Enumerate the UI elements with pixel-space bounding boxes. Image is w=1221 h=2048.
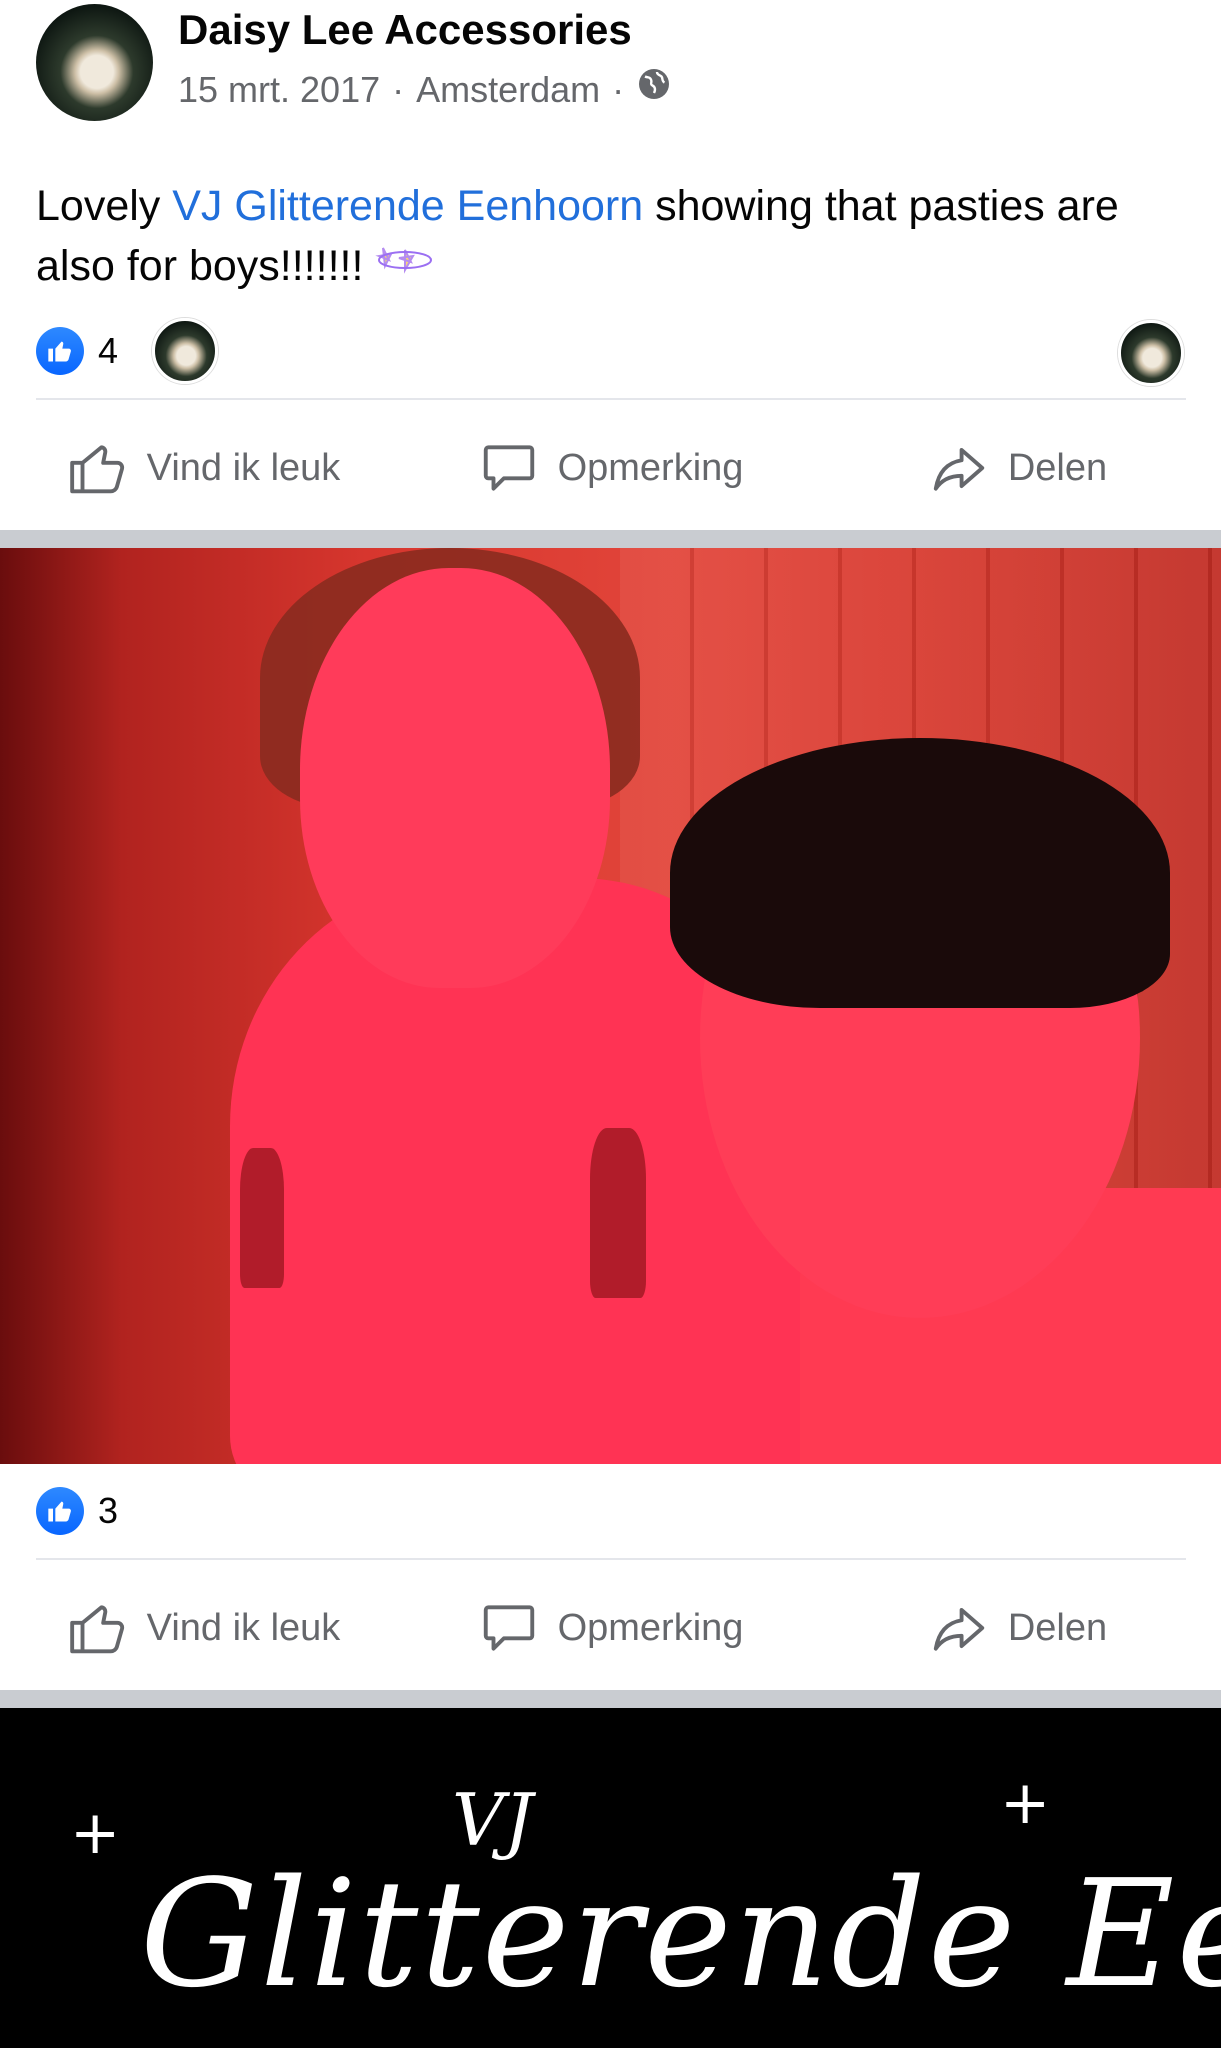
speech-bubble-icon xyxy=(483,1605,534,1651)
logo-banner-image[interactable]: + + VJ Glitterende Eenhoorn xyxy=(0,1708,1221,2048)
post-photo[interactable] xyxy=(0,548,1221,1464)
thumbs-up-icon xyxy=(69,445,124,494)
plus-icon-2: + xyxy=(1000,1768,1051,1838)
thumbs-up-icon xyxy=(69,1605,124,1654)
reaction-count: 4 xyxy=(98,330,119,371)
comment-label: Opmerking xyxy=(557,446,744,489)
reaction-count: 3 xyxy=(98,1490,119,1531)
like-label: Vind ik leuk xyxy=(146,1606,341,1649)
speech-bubble-icon xyxy=(483,445,534,491)
page-avatar[interactable] xyxy=(36,4,153,121)
comment-button[interactable]: Opmerking xyxy=(407,1597,814,1659)
comment-label: Opmerking xyxy=(557,1606,744,1649)
like-reaction-icon xyxy=(36,327,84,375)
photo-actions: Vind ik leuk Opmerking Delen xyxy=(0,1568,1221,1688)
like-button[interactable]: Vind ik leuk xyxy=(0,437,407,499)
sparkles-emoji-icon xyxy=(375,242,433,290)
share-arrow-icon xyxy=(933,1607,985,1651)
photo-reactions-summary[interactable]: 3 xyxy=(36,1480,118,1542)
reactor-avatar[interactable] xyxy=(152,318,219,384)
photo-tassel xyxy=(590,1128,646,1298)
share-label: Delen xyxy=(1007,446,1108,489)
share-button[interactable]: Delen xyxy=(814,437,1221,499)
plus-icon: + xyxy=(70,1798,121,1868)
reactions-summary[interactable]: 4 xyxy=(36,318,219,384)
globe-icon xyxy=(636,66,672,114)
share-arrow-icon xyxy=(933,447,985,491)
meta-separator: · xyxy=(392,69,405,110)
post-location[interactable]: Amsterdam xyxy=(416,66,600,114)
photo-person2-hair xyxy=(670,738,1170,1008)
post-text: Lovely VJ Glitterende Eenhoorn showing t… xyxy=(36,176,1196,296)
photo-person-head xyxy=(300,568,610,988)
comment-button[interactable]: Opmerking xyxy=(407,437,814,499)
post-separator xyxy=(0,1690,1221,1708)
banner-title-text: Glitterende Eenhoorn xyxy=(140,1848,1221,2020)
mention-link[interactable]: VJ Glitterende Eenhoorn xyxy=(172,182,643,230)
post-text-before: Lovely xyxy=(36,182,173,230)
like-button[interactable]: Vind ik leuk xyxy=(0,1597,407,1659)
share-button[interactable]: Delen xyxy=(814,1597,1221,1659)
post-date[interactable]: 15 mrt. 2017 xyxy=(178,66,380,114)
post-meta: 15 mrt. 2017 · Amsterdam · xyxy=(178,66,672,114)
meta-separator-2: · xyxy=(612,69,625,110)
like-reaction-icon xyxy=(36,1487,84,1535)
like-label: Vind ik leuk xyxy=(146,446,341,489)
seen-by-avatar[interactable] xyxy=(1118,320,1184,386)
divider xyxy=(36,398,1186,400)
photo-tassel-2 xyxy=(240,1148,284,1288)
page-name[interactable]: Daisy Lee Accessories xyxy=(178,4,632,56)
share-label: Delen xyxy=(1007,1606,1108,1649)
divider xyxy=(36,1558,1186,1560)
post-separator xyxy=(0,530,1221,548)
post-actions: Vind ik leuk Opmerking Delen xyxy=(0,408,1221,528)
